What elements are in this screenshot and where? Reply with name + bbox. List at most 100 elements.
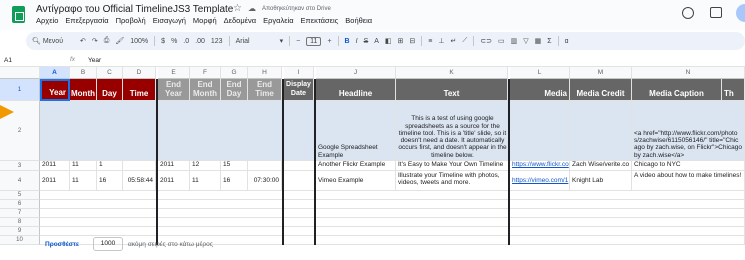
column-header-i[interactable]: I: [284, 67, 314, 79]
row-header-1[interactable]: 1: [0, 79, 40, 101]
row-header-5[interactable]: 5: [0, 191, 40, 200]
merge-cells-icon[interactable]: ⊟: [409, 37, 415, 45]
empty-row-6[interactable]: [40, 200, 745, 209]
header-cell-headline[interactable]: Headline: [316, 79, 396, 101]
menu-view[interactable]: Προβολή: [116, 16, 146, 25]
column-header-h[interactable]: H: [248, 67, 282, 79]
header-cell-day[interactable]: Day: [97, 79, 123, 101]
menu-insert[interactable]: Εισαγωγή: [153, 16, 186, 25]
sheets-logo-icon[interactable]: [12, 6, 25, 23]
column-header-l[interactable]: L: [510, 67, 570, 79]
menu-format[interactable]: Μορφή: [193, 16, 217, 25]
header-cell-display-date[interactable]: Display Date: [284, 79, 314, 101]
column-header-a[interactable]: A: [40, 67, 70, 79]
header-cell-next[interactable]: Th: [722, 79, 745, 101]
row2-headline[interactable]: Google Spreadsheet Example: [316, 101, 396, 161]
align-vertical-icon[interactable]: ⊥: [438, 37, 444, 45]
row4-month[interactable]: 11: [70, 171, 97, 191]
row-header-4[interactable]: 4: [0, 171, 40, 191]
row3-end-month[interactable]: 12: [190, 161, 221, 171]
comments-icon[interactable]: [710, 7, 722, 18]
menu-search[interactable]: 🔍︎ Μενού: [32, 37, 74, 45]
column-header-e[interactable]: E: [158, 67, 190, 79]
row3-media-caption[interactable]: Chicago to NYC: [632, 161, 745, 171]
row-header-9[interactable]: 9: [0, 227, 40, 236]
row3-year[interactable]: 2011: [40, 161, 70, 171]
font-size-decrease-button[interactable]: −: [296, 38, 300, 45]
text-wrap-icon[interactable]: ↵: [450, 37, 456, 45]
print-icon[interactable]: ⎙: [104, 37, 110, 45]
row3-media-credit[interactable]: Zach Wise/verite.co: [570, 161, 632, 171]
row2-media[interactable]: [510, 101, 570, 161]
row2-display-date[interactable]: [284, 101, 316, 161]
italic-button[interactable]: I: [356, 38, 358, 45]
menu-data[interactable]: Δεδομένα: [224, 16, 256, 25]
font-size-input[interactable]: 11: [306, 36, 322, 46]
column-header-n[interactable]: N: [632, 67, 745, 79]
column-header-f[interactable]: F: [190, 67, 221, 79]
header-cell-media-credit[interactable]: Media Credit: [570, 79, 632, 101]
font-size-increase-button[interactable]: +: [327, 38, 331, 45]
row-header-8[interactable]: 8: [0, 218, 40, 227]
functions-icon[interactable]: Σ: [547, 38, 551, 45]
align-horizontal-icon[interactable]: ≡: [428, 38, 432, 45]
column-header-d[interactable]: D: [123, 67, 156, 79]
text-rotation-icon[interactable]: ⟋: [462, 37, 467, 45]
column-header-b[interactable]: B: [70, 67, 97, 79]
name-box[interactable]: A1: [4, 57, 12, 64]
row2-date-cells[interactable]: [40, 101, 284, 161]
insert-chart-icon[interactable]: ▥: [511, 37, 518, 45]
row3-media-link[interactable]: https://www.flickr.co: [510, 161, 570, 171]
row4-end-year[interactable]: 2011: [158, 171, 190, 191]
row2-text[interactable]: This is a test of using google spreadshe…: [396, 101, 510, 161]
filter-icon[interactable]: ▽: [523, 37, 528, 45]
menu-tools[interactable]: Εργαλεία: [263, 16, 293, 25]
header-cell-month[interactable]: Month: [70, 79, 97, 101]
formula-input[interactable]: Year: [88, 57, 101, 64]
currency-format-button[interactable]: $: [161, 38, 165, 45]
text-color-button[interactable]: A: [374, 38, 379, 45]
document-title[interactable]: Αντίγραφο του Official TimelineJS3 Templ…: [36, 4, 233, 15]
strikethrough-button[interactable]: S: [364, 38, 369, 45]
insert-comment-icon[interactable]: ▭: [498, 37, 505, 45]
version-history-icon[interactable]: [682, 7, 694, 19]
column-header-m[interactable]: M: [570, 67, 632, 79]
zoom-select[interactable]: 100%: [130, 38, 148, 45]
menu-edit[interactable]: Επεξεργασία: [65, 16, 108, 25]
row-header-7[interactable]: 7: [0, 209, 40, 218]
header-cell-media[interactable]: Media: [510, 79, 570, 101]
bold-button[interactable]: B: [345, 38, 350, 45]
header-cell-media-caption[interactable]: Media Caption: [632, 79, 722, 101]
header-cell-end-month[interactable]: End Month: [190, 79, 221, 101]
input-tools-icon[interactable]: ɑ: [565, 38, 569, 45]
fill-color-icon[interactable]: ◧: [385, 37, 392, 45]
row3-end-day[interactable]: 15: [221, 161, 248, 171]
decrease-decimal-button[interactable]: .0: [183, 38, 189, 45]
menu-file[interactable]: Αρχείο: [36, 16, 58, 25]
header-cell-time[interactable]: Time: [123, 79, 156, 101]
header-cell-end-time[interactable]: End Time: [248, 79, 282, 101]
row4-text[interactable]: Illustrate your Timeline with photos, vi…: [396, 171, 510, 191]
row4-day[interactable]: 16: [97, 171, 123, 191]
menu-extensions[interactable]: Επεκτάσεις: [301, 16, 339, 25]
select-all-corner[interactable]: [0, 67, 40, 79]
chevron-down-icon[interactable]: ▾: [280, 37, 284, 45]
row4-end-day[interactable]: 16: [221, 171, 248, 191]
row2-media-caption[interactable]: <a href="http://www.flickr.com/photos/za…: [632, 101, 745, 161]
row4-end-time[interactable]: 07:30:00: [248, 171, 282, 191]
row-header-3[interactable]: 3: [0, 161, 40, 171]
more-formats-button[interactable]: 123: [211, 38, 223, 45]
row4-end-month[interactable]: 11: [190, 171, 221, 191]
empty-row-5[interactable]: [40, 191, 745, 200]
insert-link-icon[interactable]: ⊂⊃: [480, 37, 492, 45]
undo-icon[interactable]: ↶: [80, 37, 86, 45]
row4-media-credit[interactable]: Knight Lab: [570, 171, 632, 191]
row2-media-credit[interactable]: [570, 101, 632, 161]
font-family-select[interactable]: Arial: [236, 38, 274, 45]
row3-end-time[interactable]: [248, 161, 282, 171]
menu-help[interactable]: Βοήθεια: [345, 16, 372, 25]
header-cell-end-year[interactable]: End Year: [158, 79, 190, 101]
empty-row-9[interactable]: [40, 227, 745, 236]
percent-format-button[interactable]: %: [171, 38, 177, 45]
column-header-c[interactable]: C: [97, 67, 123, 79]
